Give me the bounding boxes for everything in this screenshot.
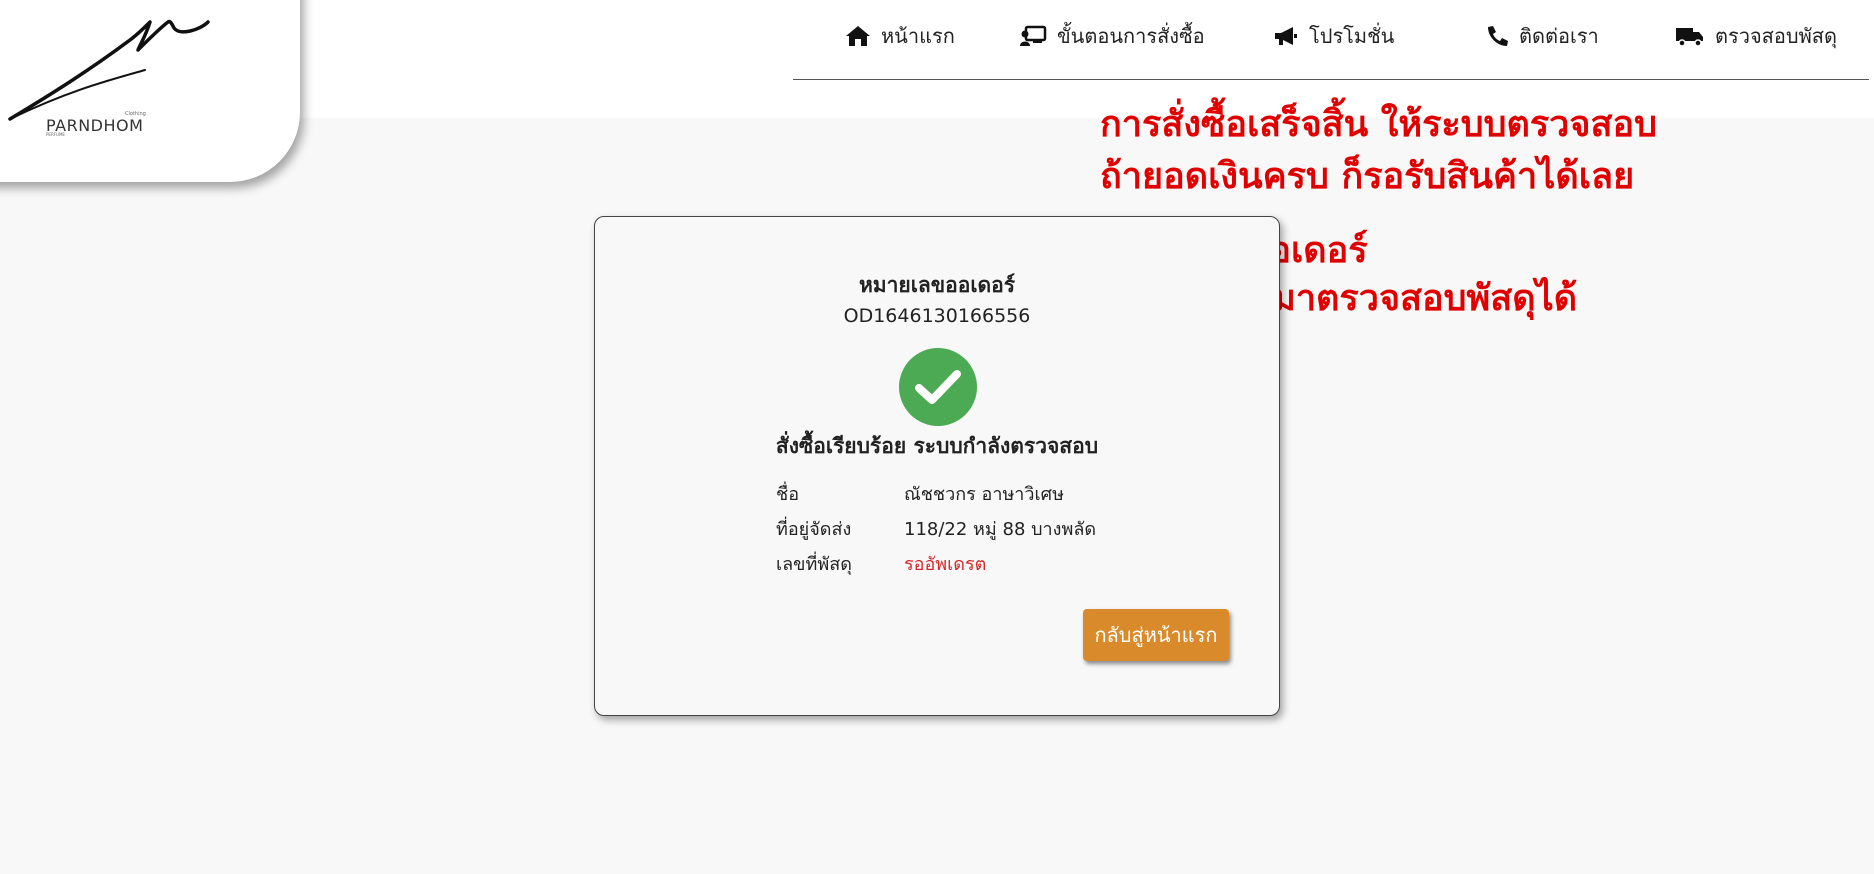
logo-card[interactable]: PARNDHOM Clothing PERFUME (0, 0, 300, 182)
order-steps-icon (1020, 25, 1047, 46)
detail-label-name: ชื่อ (776, 484, 800, 505)
truck-icon (1676, 28, 1703, 47)
check-circle-icon (899, 348, 977, 426)
nav-item-promotion[interactable]: โปรโมชั่น (1273, 22, 1394, 50)
order-details: ชื่อ ณัชชวกร อาษาวิเศษ ที่อยู่จัดส่ง 118… (776, 476, 1096, 581)
nav-item-home[interactable]: หน้าแรก (845, 22, 955, 50)
top-nav: หน้าแรก ขั้นตอนการสั่งซื้อ โปรโมชั่น ติด… (793, 12, 1869, 68)
nav-label-track-parcel: ตรวจสอบพัสดุ (1715, 24, 1837, 48)
annotation-line-1: การสั่งซื้อเสร็จสิ้น ให้ระบบตรวจสอบ (1100, 104, 1657, 145)
phone-icon (1488, 26, 1508, 46)
nav-item-contact[interactable]: ติดต่อเรา (1485, 22, 1599, 50)
nav-label-promotion: โปรโมชั่น (1309, 24, 1395, 48)
logo-sub: PERFUME (46, 132, 65, 137)
logo-tagline: Clothing (125, 111, 146, 117)
nav-label-order-steps: ขั้นตอนการสั่งซื้อ (1057, 24, 1205, 48)
back-to-home-button[interactable]: กลับสู่หน้าแรก (1083, 609, 1229, 661)
nav-item-order-steps[interactable]: ขั้นตอนการสั่งซื้อ (1019, 22, 1205, 50)
order-result-card: หมายเลขออเดอร์ OD1646130166556 สั่งซื้อเ… (594, 216, 1280, 716)
detail-row-tracking: เลขที่พัสดุ รออัพเดรต (776, 546, 1096, 581)
nav-label-home: หน้าแรก (881, 24, 955, 48)
home-icon (846, 26, 870, 46)
detail-row-name: ชื่อ ณัชชวกร อาษาวิเศษ (776, 476, 1096, 511)
detail-value-tracking: รออัพเดรต (904, 554, 987, 575)
detail-row-address: ที่อยู่จัดส่ง 118/22 หมู่ 88 บางพลัด (776, 511, 1096, 546)
detail-label-address: ที่อยู่จัดส่ง (776, 519, 852, 540)
megaphone-icon (1275, 27, 1297, 45)
order-status-text: สั่งซื้อเรียบร้อย ระบบกำลังตรวจสอบ (775, 434, 1099, 458)
detail-value-name: ณัชชวกร อาษาวิเศษ (904, 484, 1064, 505)
nav-item-track-parcel[interactable]: ตรวจสอบพัสดุ (1675, 22, 1837, 50)
order-number-value: OD1646130166556 (843, 305, 1031, 327)
nav-divider (793, 79, 1869, 80)
signature-logo-icon (8, 19, 210, 121)
order-number-label: หมายเลขออเดอร์ (858, 273, 1016, 297)
detail-label-tracking: เลขที่พัสดุ (776, 554, 852, 575)
nav-label-contact: ติดต่อเรา (1519, 24, 1599, 48)
detail-value-address: 118/22 หมู่ 88 บางพลัด (904, 519, 1097, 540)
annotation-line-2: ถ้ายอดเงินครบ ก็รอรับสินค้าได้เลย (1100, 156, 1635, 197)
